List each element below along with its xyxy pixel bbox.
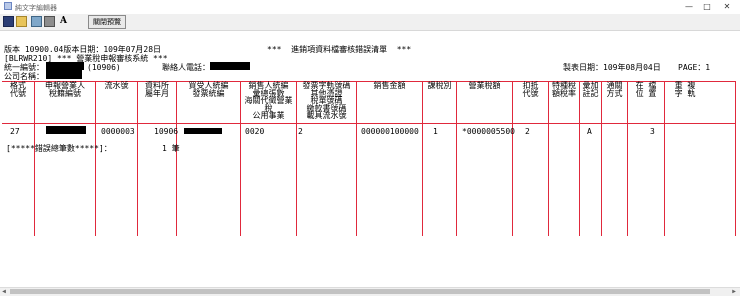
- column-header: 通關 方式: [606, 81, 623, 98]
- column-header: 扣抵 代號: [522, 81, 539, 98]
- window-title: 純文字編輯器: [15, 4, 57, 12]
- column-divider: [601, 81, 602, 236]
- print-date: 製表日期：109年08月04日: [563, 63, 661, 72]
- column-header: 重 複 字 軌: [674, 81, 696, 98]
- column-header: 申報營業人 稅籍編號: [45, 81, 85, 98]
- column-divider: [735, 81, 736, 236]
- redacted-company-name: [46, 70, 82, 79]
- cell-invoice-track: 2: [298, 127, 303, 136]
- title-bar: 純文字編輯器 — □ ✕: [0, 0, 740, 14]
- column-header: 買受人統編 發票統編: [188, 81, 229, 98]
- font-icon[interactable]: A: [58, 16, 69, 27]
- toolbar: A 關閉預覽: [0, 14, 740, 31]
- redacted-unify-number: [46, 62, 84, 70]
- column-header: 特種稅 額稅率: [552, 81, 576, 98]
- scrollbar-thumb[interactable]: [10, 289, 710, 294]
- cell-tax-type: 1: [433, 127, 438, 136]
- cell-summary-flag: A: [587, 127, 592, 136]
- column-divider: [95, 81, 96, 236]
- cell-serial-no: 0000003: [101, 127, 135, 136]
- agent-phone-label: 聯絡人電話：: [162, 63, 210, 72]
- column-header: 銷售金額: [373, 81, 406, 90]
- program-line: [BLRWR210] *** 營業稅申報審核系統 ***: [4, 54, 168, 63]
- column-header: 在 檔 位 置: [635, 81, 657, 98]
- unify-code: (10906): [87, 63, 121, 72]
- column-header: 彙加 註記: [582, 81, 599, 98]
- column-header: 流水號: [104, 81, 129, 90]
- report-page: 版本 10900.04版本日期：109年07月28日 *** 進銷項資料檔審核錯…: [2, 31, 738, 287]
- app-icon: [4, 2, 12, 10]
- column-divider: [456, 81, 457, 236]
- column-header: 課稅別: [427, 81, 452, 90]
- close-preview-button[interactable]: 關閉預覽: [88, 15, 126, 29]
- column-divider: [176, 81, 177, 236]
- table-header-line: [2, 123, 735, 124]
- column-divider: [579, 81, 580, 236]
- column-header: 發票字軌號碼 其他憑證 稅單號碼 繳款書號碼 載具流水號: [302, 81, 351, 120]
- column-header: 銷售人統編 彙總張數 海關代徵營業稅 公用事業: [244, 81, 293, 120]
- company-name-label: 公司名稱：: [4, 72, 44, 81]
- save-icon[interactable]: [3, 16, 14, 27]
- column-divider: [664, 81, 665, 236]
- column-header: 營業稅額: [468, 81, 501, 90]
- cell-tax-amount: *0000005500: [462, 127, 515, 136]
- unify-label: 統一編號：: [4, 63, 44, 72]
- report-title: *** 進銷項資料檔審核錯誤清單 ***: [267, 45, 412, 54]
- column-divider: [512, 81, 513, 236]
- column-divider: [422, 81, 423, 236]
- cell-sales-amount: 000000100000: [361, 127, 419, 136]
- print-preview-icon[interactable]: [31, 16, 42, 27]
- cell-period: 10906: [154, 127, 179, 136]
- print-icon[interactable]: [44, 16, 55, 27]
- page-number: PAGE：1: [678, 63, 711, 72]
- redacted-phone: [210, 62, 250, 70]
- maximize-icon[interactable]: □: [700, 1, 714, 12]
- column-divider: [548, 81, 549, 236]
- cell-position: 3: [650, 127, 655, 136]
- minimize-icon[interactable]: —: [682, 1, 696, 12]
- error-count-label: [*****錯誤總筆數*****]：: [6, 144, 112, 153]
- column-divider: [627, 81, 628, 236]
- error-count-value: 1 筆: [162, 144, 180, 153]
- redacted-tax-id: [46, 126, 86, 134]
- cell-format-code: 27: [10, 127, 20, 136]
- column-divider: [356, 81, 357, 236]
- close-icon[interactable]: ✕: [720, 1, 734, 12]
- column-divider: [34, 81, 35, 236]
- column-header: 資料所 屬年月: [145, 81, 169, 98]
- redacted-buyer-id: [184, 128, 222, 134]
- open-folder-icon[interactable]: [16, 16, 27, 27]
- column-divider: [137, 81, 138, 236]
- cell-deduct-code: 2: [525, 127, 530, 136]
- column-header: 格式 代號: [10, 81, 26, 98]
- version-line: 版本 10900.04版本日期：109年07月28日: [4, 45, 162, 54]
- cell-seller-code: 0020: [245, 127, 265, 136]
